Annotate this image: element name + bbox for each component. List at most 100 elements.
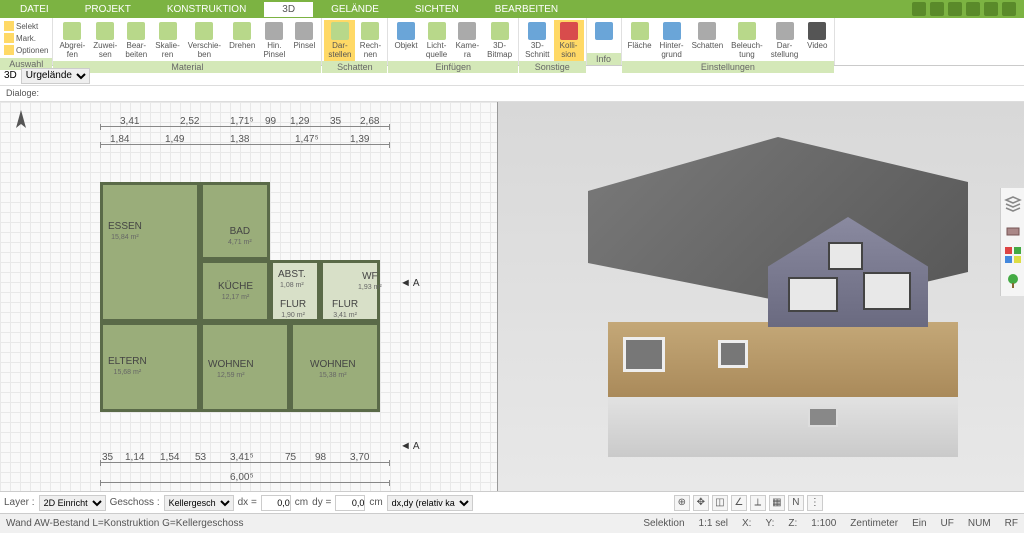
tool-flaeche[interactable]: Fläche [624, 20, 656, 52]
dx-label: dx = [238, 497, 257, 508]
room-abst: ABST.1,08 m² [278, 270, 306, 291]
optionen-button[interactable]: Optionen [2, 44, 50, 56]
tool-beleuchtung[interactable]: Beleuch- tung [727, 20, 767, 61]
close-icon[interactable] [1002, 2, 1016, 16]
bottom-bar: Layer : 2D Einricht Geschoss : Kellerges… [0, 491, 1024, 513]
2d-floorplan-pane[interactable]: 3,41 2,52 1,71⁵ 99 1,29 35 2,68 1,84 1,4… [0, 102, 498, 491]
status-bar: Wand AW-Bestand L=Konstruktion G=Kellerg… [0, 513, 1024, 533]
tab-gelaende[interactable]: GELÄNDE [313, 2, 397, 17]
tool-hinpinsel[interactable]: Hin. Pinsel [259, 20, 289, 61]
tool-abgreifen[interactable]: Abgrei- fen [55, 20, 89, 61]
tree-icon[interactable] [1004, 272, 1022, 290]
tool-verschieben[interactable]: Verschie- ben [184, 20, 225, 61]
compass-icon [6, 108, 36, 138]
maximize-icon[interactable] [984, 2, 998, 16]
layer-select[interactable]: 2D Einricht [39, 495, 106, 511]
tab-konstruktion[interactable]: KONSTRUKTION [149, 2, 264, 17]
right-sidebar [1000, 188, 1024, 296]
group-label-info: Info [587, 53, 621, 65]
furniture-icon[interactable] [1004, 220, 1022, 238]
tool-lichtquelle[interactable]: Licht- quelle [422, 20, 452, 61]
group-label-sonstige: Sonstige [519, 61, 585, 73]
tool-info[interactable] [589, 20, 619, 43]
status-y: Y: [765, 518, 774, 529]
tab-3d[interactable]: 3D [264, 2, 313, 17]
room-flur2: FLUR3,41 m² [332, 300, 358, 321]
n-icon[interactable]: N [788, 495, 804, 511]
status-ratio: 1:100 [811, 518, 836, 529]
tab-projekt[interactable]: PROJEKT [67, 2, 149, 17]
section-marker-top: ◄ A [400, 277, 420, 289]
status-info: Wand AW-Bestand L=Konstruktion G=Kellerg… [6, 518, 244, 529]
coord-mode-select[interactable]: dx,dy (relativ ka [387, 495, 473, 511]
room-wohnen1: WOHNEN12,59 m² [208, 360, 254, 381]
tool-kollision[interactable]: Kolli- sion [554, 20, 584, 61]
tool-video[interactable]: Video [802, 20, 832, 52]
tab-datei[interactable]: DATEI [2, 2, 67, 17]
tool-drehen[interactable]: Drehen [225, 20, 259, 52]
status-z: Z: [788, 518, 797, 529]
room-kueche: KÜCHE12,17 m² [218, 282, 253, 303]
walls [608, 322, 958, 402]
window-3d [718, 340, 748, 368]
urgelaende-dropdown[interactable]: Urgelände [21, 68, 90, 84]
mode-label: 3D [4, 70, 17, 81]
tool-zuweisen[interactable]: Zuwei- sen [89, 20, 121, 61]
settings-icon[interactable] [930, 2, 944, 16]
info-icon[interactable] [948, 2, 962, 16]
selekt-button[interactable]: Selekt [2, 20, 50, 32]
group-label-material: Material [53, 61, 321, 73]
room-eltern: ELTERN15,68 m² [108, 357, 147, 378]
tool-bearbeiten[interactable]: Bear- beiten [121, 20, 151, 61]
group-material: Abgrei- fen Zuwei- sen Bear- beiten Skal… [53, 18, 322, 65]
top-right-icons [912, 2, 1022, 16]
tab-bearbeiten[interactable]: BEARBEITEN [477, 2, 576, 17]
minimize-icon[interactable] [966, 2, 980, 16]
tool-darstellung[interactable]: Dar- stellung [767, 20, 803, 61]
dy-input[interactable] [335, 495, 365, 511]
tool-3dbitmap[interactable]: 3D- Bitmap [483, 20, 516, 61]
grid-toggle-icon[interactable]: ▦ [769, 495, 785, 511]
geschoss-select[interactable]: Kellergesch [164, 495, 234, 511]
floorplan: ESSEN15,84 m² KÜCHE12,17 m² BAD4,71 m² A… [100, 182, 390, 422]
house-3d-model [538, 132, 988, 472]
tool-objekt[interactable]: Objekt [390, 20, 421, 52]
workspace: 3,41 2,52 1,71⁵ 99 1,29 35 2,68 1,84 1,4… [0, 102, 1024, 491]
tool-schatten-set[interactable]: Schatten [688, 20, 728, 52]
status-uf: UF [941, 518, 954, 529]
gable-window [828, 242, 863, 270]
basement-window [808, 407, 838, 427]
dx-input[interactable] [261, 495, 291, 511]
room-flur1: FLUR1,90 m² [280, 300, 306, 321]
group-sonstige: 3D- Schnitt Kolli- sion Sonstige [519, 18, 586, 65]
tool-darstellen[interactable]: Dar- stellen [324, 20, 355, 61]
group-label-schatten: Schatten [322, 61, 387, 73]
snap-icon[interactable]: ◫ [712, 495, 728, 511]
tool-rechnen[interactable]: Rech- nen [355, 20, 385, 61]
menu-bar: DATEI PROJEKT KONSTRUKTION 3D GELÄNDE SI… [0, 0, 1024, 18]
room-wohnen2: WOHNEN15,38 m² [310, 360, 356, 381]
dots-icon[interactable]: ⋮ [807, 495, 823, 511]
pan-icon[interactable]: ✥ [693, 495, 709, 511]
angle-icon[interactable]: ∠ [731, 495, 747, 511]
help-icon[interactable] [912, 2, 926, 16]
status-ein: Ein [912, 518, 926, 529]
tab-sichten[interactable]: SICHTEN [397, 2, 477, 17]
zoom-icon[interactable]: ⊕ [674, 495, 690, 511]
status-rf: RF [1005, 518, 1018, 529]
tool-pinsel[interactable]: Pinsel [289, 20, 319, 52]
tool-kamera[interactable]: Kame- ra [452, 20, 484, 61]
tool-hintergrund[interactable]: Hinter- grund [656, 20, 688, 61]
3d-view-pane[interactable] [498, 102, 1024, 491]
section-marker-bottom: ◄ A [400, 440, 420, 452]
group-label-einfuegen: Einfügen [388, 61, 518, 73]
layers-icon[interactable] [1004, 194, 1022, 212]
tool-skalieren[interactable]: Skalie- ren [151, 20, 183, 61]
gable-window [863, 272, 911, 310]
mark-button[interactable]: Mark. [2, 32, 50, 44]
materials-icon[interactable] [1004, 246, 1022, 264]
tool-3dschnitt[interactable]: 3D- Schnitt [521, 20, 553, 61]
group-info: Info [587, 18, 622, 65]
room-bad: BAD4,71 m² [228, 227, 252, 248]
measure-icon[interactable]: ⟂ [750, 495, 766, 511]
